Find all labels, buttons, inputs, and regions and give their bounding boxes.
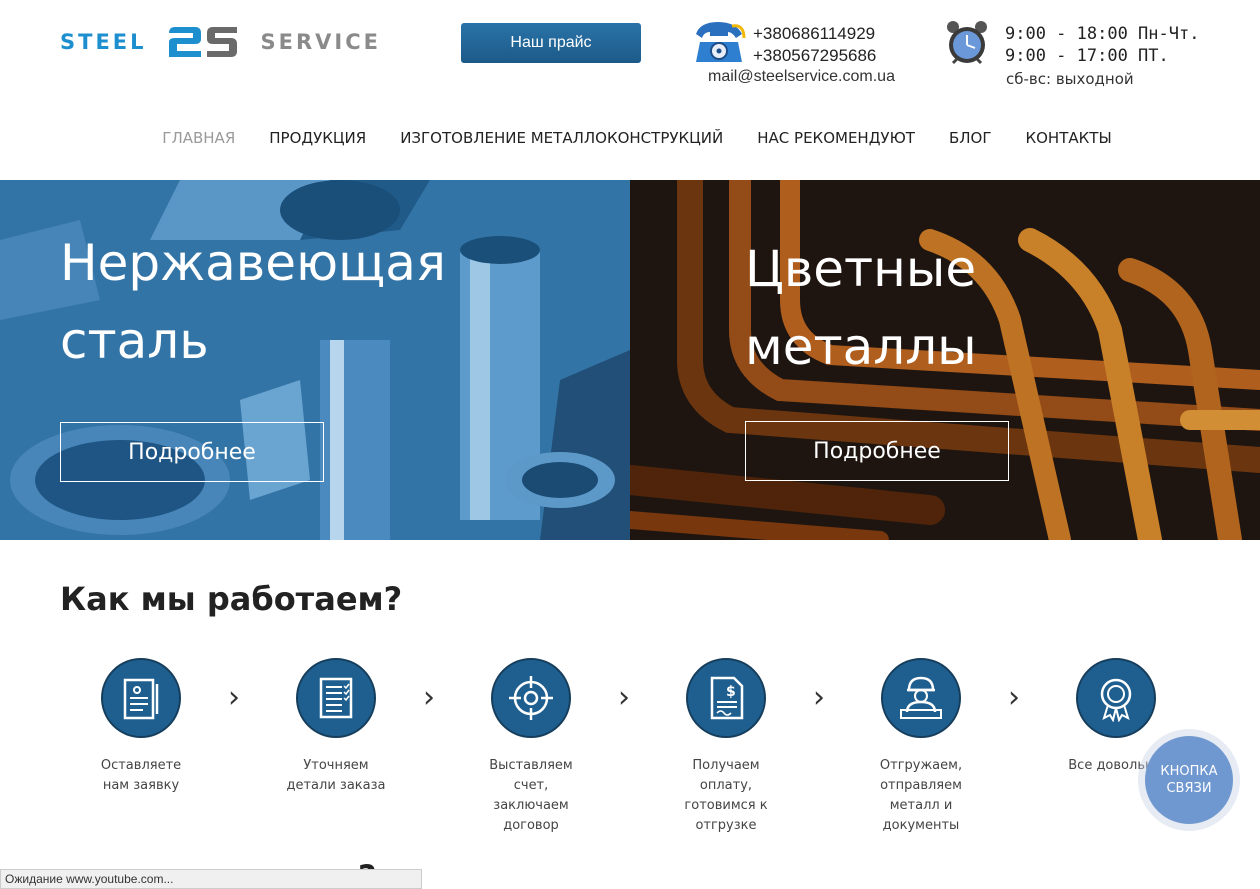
step-label-line: готовимся к [684,798,768,813]
phone-number-1[interactable]: +380686114929 [753,24,875,44]
worker-icon [881,658,961,738]
step-5: Отгружаем, отправляем металл и документы [846,658,996,836]
svg-text:$: $ [726,684,736,700]
target-icon [491,658,571,738]
step-label-line: нам заявку [102,778,180,793]
logo-2s-icon [168,27,237,57]
callback-label-line2: СВЯЗИ [1166,781,1212,796]
checklist-icon [296,658,376,738]
step-label-line: металл и [889,798,953,813]
hero-right-title-line2: металлы [745,318,977,376]
nav-item-contacts[interactable]: КОНТАКТЫ [1025,129,1111,147]
browser-status-bar: Ожидание www.youtube.com... [0,869,422,889]
chevron-right-icon: › [1008,680,1020,715]
application-form-icon [101,658,181,738]
hours-weekdays: 9:00 - 18:00 Пн-Чт. [1005,24,1200,44]
nav-item-home[interactable]: ГЛАВНАЯ [162,129,235,147]
step-3: Выставляем счет, заключаем договор [456,658,606,836]
hero-non-ferrous-metals[interactable]: Цветные металлы Подробнее [630,180,1260,540]
hours-friday: 9:00 - 17:00 ПТ. [1005,46,1169,66]
step-label-line: договор [503,818,559,833]
hero-left-title-line1: Нержавеющая [60,234,446,292]
alarm-clock-icon [947,21,987,65]
chevron-right-icon: › [228,680,240,715]
non-ferrous-more-button[interactable]: Подробнее [745,421,1009,481]
callback-button[interactable]: КНОПКА СВЯЗИ [1138,729,1240,831]
working-hours-block: 9:00 - 18:00 Пн-Чт. 9:00 - 17:00 ПТ. сб-… [945,20,1199,90]
hero-stainless-steel[interactable]: Нержавеющая сталь Подробнее [0,180,630,540]
step-label-line: Оставляете [100,758,182,773]
step-3-label: Выставляем счет, заключаем договор [456,756,606,836]
logo-2s-mark [167,25,239,59]
step-5-label: Отгружаем, отправляем металл и документы [846,756,996,836]
nav-item-blog[interactable]: БЛОГ [949,129,992,147]
hero-banner: Нержавеющая сталь Подробнее Цветные мета… [0,180,1260,540]
nav-item-metal-structures[interactable]: ИЗГОТОВЛЕНИЕ МЕТАЛЛОКОНСТРУКЦИЙ [400,129,723,147]
step-label-line: детали заказа [286,778,386,793]
step-label-line: Получаем [692,758,760,773]
nav-item-recommendations[interactable]: НАС РЕКОМЕНДУЮТ [757,129,915,147]
step-label-line: заключаем [493,798,569,813]
step-label-line: оплату, [699,778,753,793]
step-label-line: отправляем [880,778,962,793]
hours-weekend: сб-вс: выходной [1006,70,1134,88]
step-label-line: счет, [513,778,549,793]
step-4: $ Получаем оплату, готовимся к отгрузке [651,658,801,836]
phone-number-2[interactable]: +380567295686 [753,46,876,66]
nav-item-products[interactable]: ПРОДУКЦИЯ [269,129,366,147]
step-1-label: Оставляете нам заявку [66,756,216,796]
hero-left-title-line2: сталь [60,312,209,370]
step-label-line: Выставляем [489,758,573,773]
step-label-line: документы [882,818,960,833]
step-2-label: Уточняем детали заказа [261,756,411,796]
callback-label-line1: КНОПКА [1160,764,1218,779]
step-4-label: Получаем оплату, готовимся к отгрузке [651,756,801,836]
price-list-button[interactable]: Наш прайс [461,23,641,63]
contacts-block: +380686114929 +380567295686 mail@steelse… [692,20,912,90]
chevron-right-icon: › [423,680,435,715]
invoice-dollar-icon: $ [686,658,766,738]
step-2: Уточняем детали заказа [261,658,411,796]
stainless-more-button[interactable]: Подробнее [60,422,324,482]
logo-service-text: SERVICE [260,30,381,54]
step-label-line: Уточняем [303,758,369,773]
how-we-work-title: Как мы работаем? [60,580,403,618]
step-1: Оставляете нам заявку [66,658,216,796]
hero-left-title: Нержавеющая сталь [60,224,580,380]
main-nav: ГЛАВНАЯ ПРОДУКЦИЯ ИЗГОТОВЛЕНИЕ МЕТАЛЛОКО… [0,129,1260,147]
how-we-work-steps: Оставляете нам заявку › Уточняем детали … [60,658,1200,838]
telephone-icon [696,22,746,62]
step-label-line: отгрузке [695,818,757,833]
email-link[interactable]: mail@steelservice.com.ua [708,68,895,86]
award-badge-icon [1076,658,1156,738]
chevron-right-icon: › [618,680,630,715]
logo-steel-text: STEEL [60,30,147,54]
chevron-right-icon: › [813,680,825,715]
hero-right-title: Цветные металлы [745,230,1145,386]
hero-right-title-line1: Цветные [745,240,977,298]
step-label-line: Отгружаем, [879,758,963,773]
callback-button-inner[interactable]: КНОПКА СВЯЗИ [1145,736,1233,824]
page: STEEL SERVICE Наш прайс +380686114929 +3… [0,0,1260,889]
site-logo[interactable]: STEEL SERVICE [60,24,381,60]
